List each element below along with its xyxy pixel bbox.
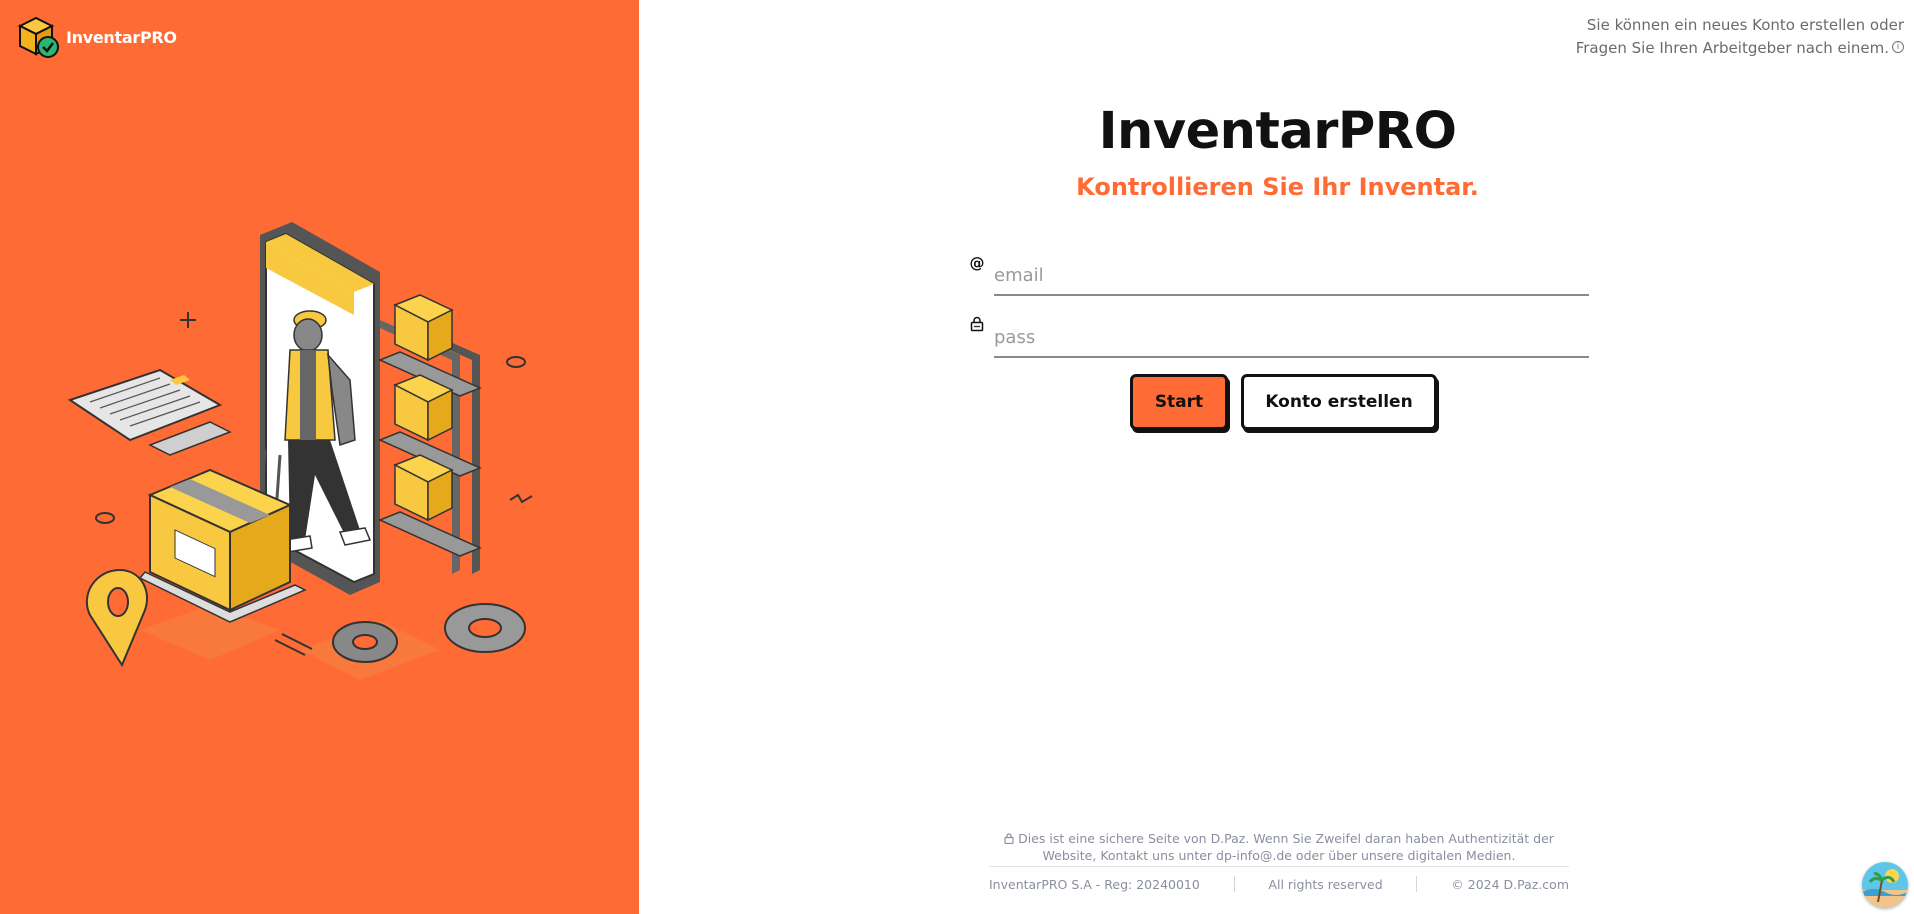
brand-name: InventarPRO [66,27,177,47]
footer: Dies ist eine sichere Seite von D.Paz. W… [989,830,1569,892]
account-hint: Sie können ein neues Konto erstellen ode… [1544,14,1904,60]
account-hint-text: Sie können ein neues Konto erstellen ode… [1575,16,1904,57]
footer-divider [1416,876,1418,892]
hero-panel: InventarPRO [0,0,639,914]
box-check-icon [17,16,59,58]
password-input[interactable] [994,310,1589,358]
email-field: @ [969,248,1589,300]
password-field [969,310,1589,362]
padlock-icon [1004,833,1014,844]
footer-meta: InventarPRO S.A - Reg: 20240010 All righ… [989,876,1569,892]
copyright-text: © 2024 D.Paz.com [1451,876,1569,892]
page-subtitle: Kontrollieren Sie Ihr Inventar. [1076,173,1479,201]
warehouse-illustration [67,222,533,680]
at-icon: @ [969,254,985,272]
email-input[interactable] [994,248,1589,296]
create-account-button[interactable]: Konto erstellen [1241,374,1437,430]
page-title: InventarPRO [1098,102,1457,161]
security-notice-text: Dies ist eine sichere Seite von D.Paz. W… [1018,831,1554,863]
rights-text: All rights reserved [1268,876,1383,892]
login-panel: Sie können ein neues Konto erstellen ode… [639,0,1914,914]
start-button[interactable]: Start [1130,374,1228,430]
security-notice: Dies ist eine sichere Seite von D.Paz. W… [989,830,1569,867]
brand-logo[interactable]: InventarPRO [16,14,177,60]
beach-avatar-icon[interactable] [1862,862,1908,908]
registration-text: InventarPRO S.A - Reg: 20240010 [989,876,1200,892]
footer-divider [1233,876,1235,892]
lock-icon [969,316,985,334]
info-icon[interactable]: i [1892,41,1904,53]
